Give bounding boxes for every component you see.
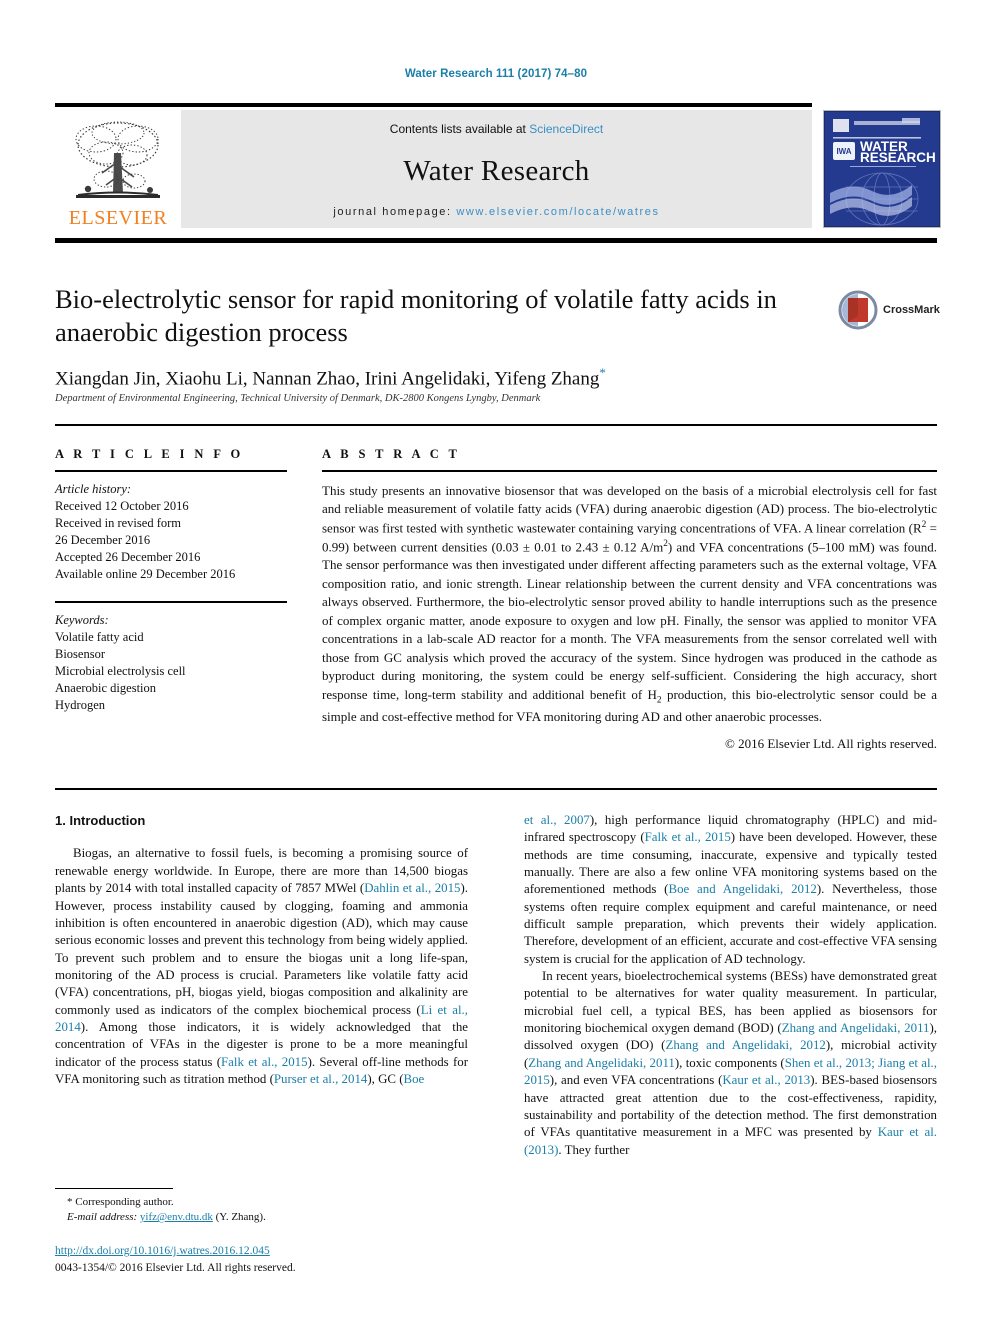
abstract-column: A B S T R A C T This study presents an i… <box>322 447 937 752</box>
article-history: Article history: Received 12 October 201… <box>55 481 287 583</box>
article-history-label: Article history: <box>55 482 132 496</box>
document-footer: http://dx.doi.org/10.1016/j.watres.2016.… <box>55 1243 485 1276</box>
keyword-item: Microbial electrolysis cell <box>55 664 186 678</box>
citation-link[interactable]: Zhang and Angelidaki, 2011 <box>782 1021 930 1035</box>
info-top-rule <box>55 424 937 426</box>
affiliation: Department of Environmental Engineering,… <box>55 393 541 404</box>
citation-link[interactable]: Falk et al., 2015 <box>645 830 731 844</box>
text-seg: ), toxic components ( <box>674 1055 785 1070</box>
citation-link[interactable]: Dahlin et al., 2015 <box>364 881 460 895</box>
keyword-item: Anaerobic digestion <box>55 681 157 695</box>
email-suffix: (Y. Zhang). <box>215 1211 266 1224</box>
citation-link[interactable]: Falk et al., 2015 <box>221 1055 308 1069</box>
history-item: Received 12 October 2016 <box>55 499 189 513</box>
body-top-rule <box>55 788 937 790</box>
abstract-text: This study presents an innovative biosen… <box>322 482 937 726</box>
crossmark-icon <box>838 290 878 330</box>
journal-cover-thumbnail: IWA WATER RESEARCH <box>823 110 941 228</box>
keyword-item: Hydrogen <box>55 698 105 712</box>
article-info-heading: A R T I C L E I N F O <box>55 447 244 461</box>
footnote-rule <box>55 1188 173 1189</box>
keywords-block: Keywords: Volatile fatty acid Biosensor … <box>55 601 287 714</box>
text-seg: ), and even VFA concentrations ( <box>549 1073 723 1088</box>
svg-text:IWA: IWA <box>836 147 851 156</box>
keywords-label: Keywords: <box>55 613 109 627</box>
keyword-item: Biosensor <box>55 647 105 661</box>
author-list: Xiangdan Jin, Xiaohu Li, Nannan Zhao, Ir… <box>55 365 845 390</box>
sciencedirect-link[interactable]: ScienceDirect <box>529 122 603 136</box>
intro-paragraph-right-2: In recent years, bioelectrochemical syst… <box>524 968 937 1159</box>
article-info-column: A R T I C L E I N F O Article history: R… <box>55 447 287 714</box>
author-names: Xiangdan Jin, Xiaohu Li, Nannan Zhao, Ir… <box>55 368 600 390</box>
masthead-top-rule <box>55 103 812 107</box>
email-link[interactable]: yifz@env.dtu.dk <box>140 1211 213 1223</box>
section-heading-introduction: 1. Introduction <box>55 813 146 828</box>
keywords-rule <box>55 601 287 603</box>
text-seg: ), GC ( <box>367 1071 404 1086</box>
corresponding-author-marker: * <box>599 365 606 380</box>
homepage-url-link[interactable]: www.elsevier.com/locate/watres <box>456 206 659 218</box>
journal-masthead: ELSEVIER Contents lists available at Sci… <box>55 110 812 228</box>
citation-link[interactable]: Boe <box>404 1072 425 1086</box>
body-column-right: et al., 2007), high performance liquid c… <box>524 812 937 1159</box>
keyword-item: Volatile fatty acid <box>55 630 144 644</box>
text-seg: . They further <box>558 1142 630 1157</box>
citation-link[interactable]: Zhang and Angelidaki, 2011 <box>528 1056 675 1070</box>
abstract-seg: This study presents an innovative biosen… <box>322 483 937 536</box>
intro-paragraph-left: Biogas, an alternative to fossil fuels, … <box>55 845 468 1088</box>
abstract-copyright: © 2016 Elsevier Ltd. All rights reserved… <box>724 735 937 751</box>
email-note: E-mail address: yifz@env.dtu.dk (Y. Zhan… <box>55 1210 468 1225</box>
doi-link[interactable]: http://dx.doi.org/10.1016/j.watres.2016.… <box>55 1243 485 1260</box>
citation-link[interactable]: Boe and Angelidaki, 2012 <box>668 882 816 896</box>
abstract-heading: A B S T R A C T <box>322 447 461 461</box>
contents-prefix: Contents lists available at <box>389 122 530 136</box>
issn-copyright-line: 0043-1354/© 2016 Elsevier Ltd. All right… <box>55 1261 296 1274</box>
history-item: Available online 29 December 2016 <box>55 567 236 581</box>
footnote-block: * Corresponding author. E-mail address: … <box>55 1188 468 1225</box>
crossmark-badge[interactable]: CrossMark <box>838 288 942 332</box>
abstract-rule <box>322 470 937 472</box>
history-item: Accepted 26 December 2016 <box>55 550 201 564</box>
crossmark-label: CrossMark <box>883 304 940 316</box>
history-item: 26 December 2016 <box>55 533 151 547</box>
elsevier-wordmark: ELSEVIER <box>68 207 168 229</box>
elsevier-tree-icon <box>75 121 160 198</box>
citation-link[interactable]: Kaur et al., 2013 <box>722 1073 810 1087</box>
article-info-rule <box>55 470 287 472</box>
abstract-seg: ) and VFA concentrations (5–100 mM) was … <box>322 539 937 702</box>
paper-page: Water Research 111 (2017) 74–80 ELSEVIER… <box>0 0 992 1323</box>
homepage-prefix: journal homepage: <box>333 206 457 218</box>
journal-band: Contents lists available at ScienceDirec… <box>181 110 812 228</box>
corresponding-author-note: * Corresponding author. <box>67 1196 174 1208</box>
elsevier-logo: ELSEVIER <box>55 110 181 228</box>
keywords-list: Keywords: Volatile fatty acid Biosensor … <box>55 612 287 714</box>
page-title: Bio-electrolytic sensor for rapid monito… <box>55 284 777 347</box>
journal-title: Water Research <box>403 154 590 187</box>
svg-text:RESEARCH: RESEARCH <box>860 150 936 165</box>
journal-cover-art: IWA WATER RESEARCH <box>824 111 940 227</box>
intro-paragraph-right-1: et al., 2007), high performance liquid c… <box>524 812 937 968</box>
contents-line: Contents lists available at ScienceDirec… <box>390 122 603 136</box>
citation-link[interactable]: Zhang and Angelidaki, 2012 <box>665 1038 825 1052</box>
masthead-bottom-rule <box>55 238 937 243</box>
citation-link[interactable]: Purser et al., 2014 <box>274 1072 367 1086</box>
citation-link[interactable]: et al., 2007 <box>524 813 590 827</box>
history-item: Received in revised form <box>55 516 181 530</box>
text-seg: ). However, process instability caused b… <box>55 881 468 1017</box>
journal-homepage-line: journal homepage: www.elsevier.com/locat… <box>333 206 659 218</box>
running-head: Water Research 111 (2017) 74–80 <box>404 68 588 80</box>
body-column-left: 1. Introduction Biogas, an alternative t… <box>55 812 468 1088</box>
email-label: E-mail address: <box>67 1211 138 1224</box>
